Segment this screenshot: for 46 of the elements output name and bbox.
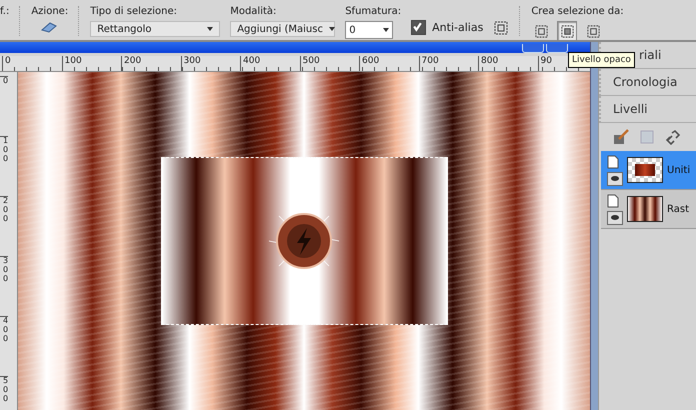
ruler-label: 0 [0, 76, 8, 136]
caret-icon [383, 28, 390, 32]
layer-name: Uniti [667, 164, 690, 176]
create-selection-button[interactable] [557, 21, 578, 41]
selection-type-label: Tipo di selezione: [90, 6, 178, 17]
ruler-label: 800 [478, 56, 538, 71]
feather-spinbox[interactable]: 0 [345, 21, 394, 39]
ruler-label: 400 [240, 56, 300, 71]
eye-icon[interactable] [607, 172, 623, 186]
ruler-label: 0 [2, 56, 62, 71]
eraser-icon[interactable] [41, 21, 58, 33]
layer-name: Rast [667, 204, 689, 214]
brush-icon[interactable] [613, 129, 629, 145]
mode-label: Modalità: [230, 6, 278, 17]
ruler-label: 200 [121, 56, 180, 71]
layer-row[interactable]: Uniti [601, 151, 696, 190]
selection-icon[interactable] [493, 20, 510, 36]
ruler-label: 100 [62, 56, 121, 71]
link-icon[interactable] [665, 129, 681, 145]
option-label: f.: [0, 6, 10, 17]
anti-alias-checkbox[interactable] [411, 20, 426, 35]
selection-type-dropdown[interactable]: Rettangolo [90, 21, 220, 37]
maximize-button[interactable] [546, 44, 568, 53]
ruler-label: 300 [180, 56, 240, 71]
caret-icon [207, 27, 214, 31]
document-icon [607, 194, 619, 208]
ruler-label: 500 [300, 56, 359, 71]
action-label: Azione: [31, 6, 68, 17]
ruler-label: 400 [0, 316, 8, 376]
ruler-label: 200 [0, 196, 8, 256]
layer-row[interactable]: Rast [601, 190, 696, 229]
panel-tab[interactable]: Livelli [599, 96, 696, 123]
tooltip: Livello opaco [568, 52, 635, 68]
feather-label: Sfumatura: [345, 6, 402, 17]
create-selection-label: Crea selezione da: [531, 6, 624, 17]
eye-icon[interactable] [607, 210, 623, 224]
ruler-label: 300 [0, 256, 8, 316]
ruler-label: 700 [418, 56, 478, 71]
anti-alias-label: Anti-alias [432, 21, 484, 34]
ruler-label: 500 [0, 376, 8, 410]
minimize-button[interactable] [522, 44, 544, 53]
mode-dropdown[interactable]: Aggiungi (Maiusc [230, 21, 336, 37]
document-icon [607, 154, 619, 168]
ruler-label: 600 [359, 56, 418, 71]
ruler-label: 100 [0, 136, 8, 196]
caret-icon [328, 27, 335, 31]
